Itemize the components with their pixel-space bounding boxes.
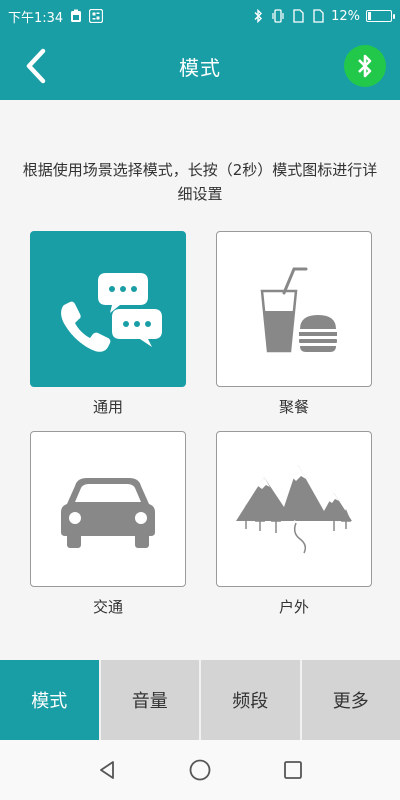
nav-back-button[interactable] xyxy=(87,750,127,790)
status-time: 下午1:34 xyxy=(8,10,64,26)
mode-card-general[interactable] xyxy=(30,231,186,387)
back-triangle-icon xyxy=(99,761,114,779)
mode-card-traffic[interactable] xyxy=(30,431,186,587)
instructions-text: 根据使用场景选择模式，长按（2秒）模式图标进行详细设置 xyxy=(22,161,378,203)
bluetooth-button[interactable] xyxy=(344,45,386,87)
mode-card-outdoor[interactable] xyxy=(216,431,372,587)
back-button[interactable] xyxy=(16,46,56,86)
tab-mode[interactable]: 模式 xyxy=(0,660,99,740)
recents-square-icon xyxy=(284,761,303,779)
status-left: 下午1:34 xyxy=(8,7,104,26)
battery-icon xyxy=(366,10,395,22)
tab-frequency[interactable]: 频段 xyxy=(199,660,300,740)
bottom-tab-bar: 模式 音量 频段 更多 xyxy=(0,660,400,740)
mode-label-general: 通用 xyxy=(92,398,123,416)
drink-burger-icon xyxy=(260,267,337,353)
status-bar: 下午1:34 12% xyxy=(0,0,400,32)
home-circle-icon xyxy=(189,759,211,781)
mountains-icon xyxy=(236,465,352,554)
tab-more[interactable]: 更多 xyxy=(299,660,400,740)
sim2-no-signal-icon xyxy=(311,9,325,23)
bluetooth-icon xyxy=(358,54,372,78)
phone-chat-icon xyxy=(61,273,162,352)
main-content: 根据使用场景选择模式，长按（2秒）模式图标进行详细设置 通用 聚餐 交通 户外 xyxy=(0,100,400,660)
page-title: 模式 xyxy=(179,55,221,80)
mode-label-traffic: 交通 xyxy=(92,598,123,616)
vibrate-icon xyxy=(271,9,285,23)
car-icon xyxy=(61,478,155,548)
system-nav-bar xyxy=(0,740,400,800)
mode-card-dining[interactable] xyxy=(216,231,372,387)
app-bar: 模式 xyxy=(0,32,400,100)
sim1-no-signal-icon xyxy=(291,9,305,23)
mode-label-outdoor: 户外 xyxy=(278,598,309,616)
tab-volume[interactable]: 音量 xyxy=(98,660,199,740)
nav-recents-button[interactable] xyxy=(273,750,313,790)
chevron-left-icon xyxy=(26,48,46,84)
status-right: 12% xyxy=(251,8,395,24)
battery-percent: 12% xyxy=(331,8,360,24)
scan-icon xyxy=(89,9,104,23)
battery-saver-icon xyxy=(69,9,83,23)
mode-label-dining: 聚餐 xyxy=(278,398,309,416)
nav-home-button[interactable] xyxy=(180,750,220,790)
bluetooth-status-icon xyxy=(251,9,265,23)
